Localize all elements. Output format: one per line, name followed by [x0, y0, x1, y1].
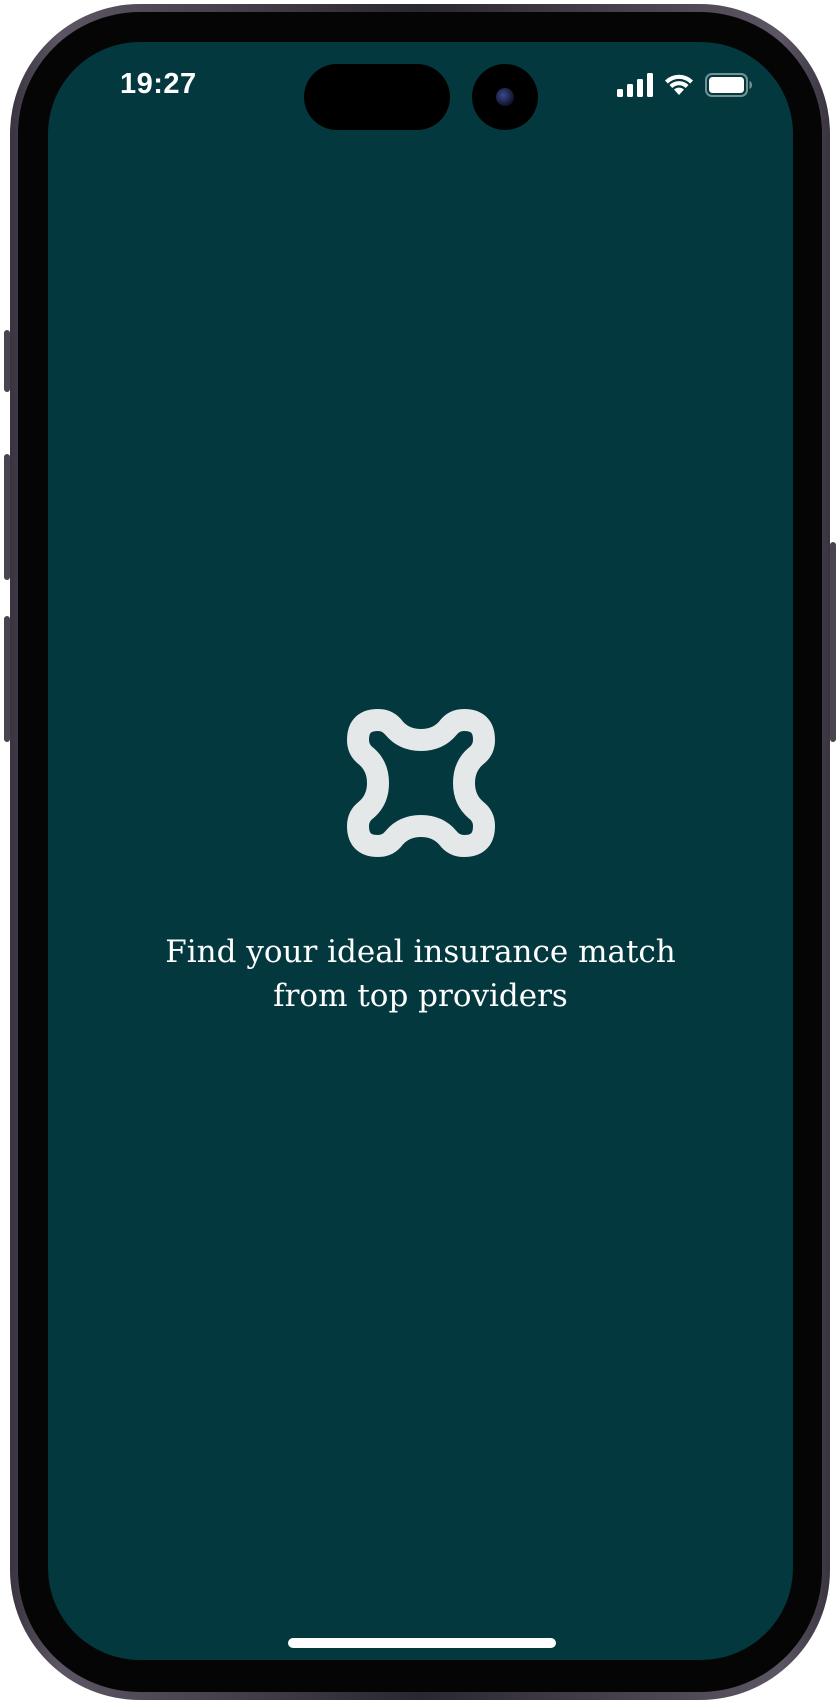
status-time: 19:27 [120, 68, 197, 100]
action-button [4, 330, 10, 392]
tagline-line-1: Find your ideal insurance match [165, 934, 676, 970]
volume-up-button [4, 454, 10, 580]
camera-lens [496, 88, 514, 106]
screen: 19:27 Find your ideal insurance match fr… [48, 42, 793, 1660]
tagline: Find your ideal insurance match from top… [48, 930, 793, 1018]
front-camera [472, 64, 538, 130]
dynamic-island [304, 64, 450, 130]
volume-down-button [4, 616, 10, 742]
home-indicator[interactable] [288, 1638, 556, 1648]
battery-icon [705, 73, 752, 97]
wifi-icon [665, 74, 693, 95]
power-button [830, 542, 836, 742]
cellular-signal-icon [617, 73, 653, 97]
four-lobed-knot-logo-icon [347, 709, 495, 857]
tagline-line-2: from top providers [273, 978, 568, 1014]
status-icons [617, 72, 753, 98]
